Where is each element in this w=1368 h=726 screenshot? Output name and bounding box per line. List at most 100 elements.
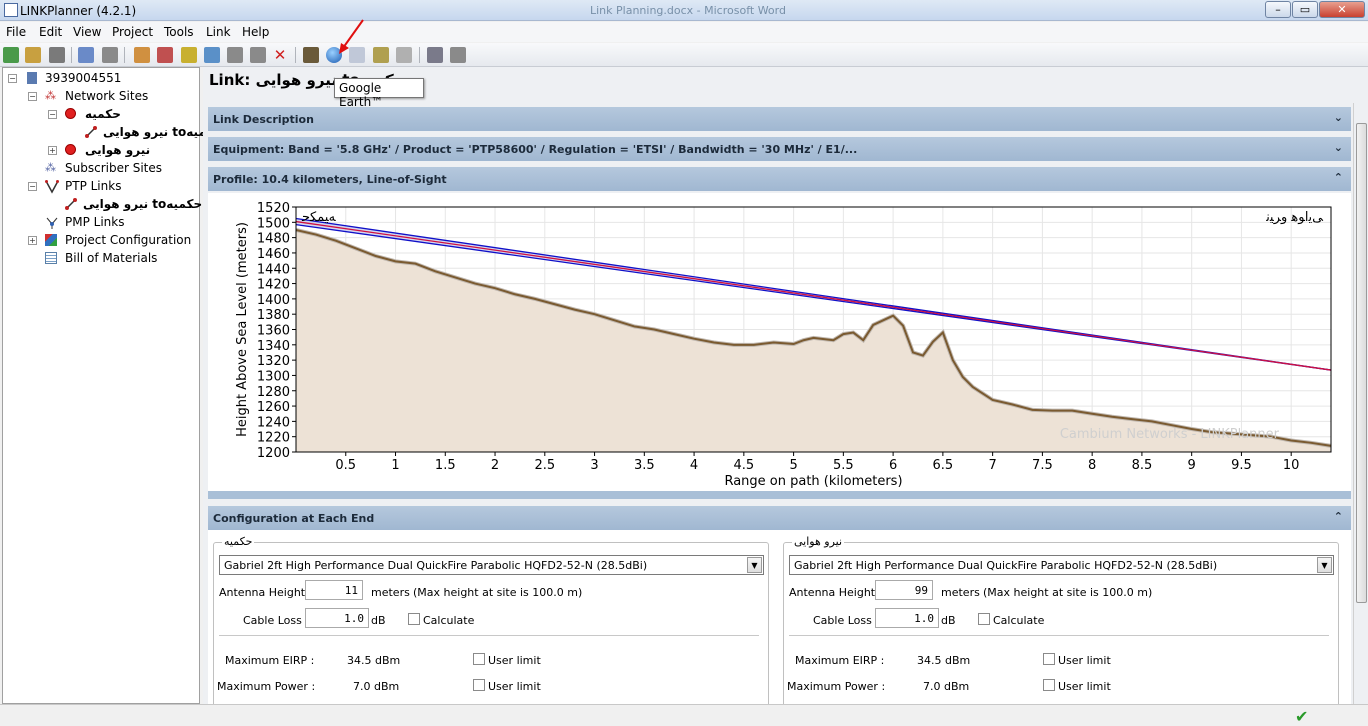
left-eirp-user-limit-checkbox[interactable] [473,653,485,665]
x-tick-label: 7 [988,458,996,473]
edit-icon[interactable] [227,47,243,63]
y-tick-label: 1260 [257,400,290,415]
right-cable-loss-label: Cable Loss : [813,614,880,627]
y-tick-label: 1340 [257,339,290,354]
add-ptp-link-icon[interactable] [181,47,197,63]
window-title: LINKPlanner (4.2.1) [20,4,137,18]
add-network-site-icon[interactable] [134,47,150,63]
y-tick-label: 1300 [257,369,290,384]
stop-icon[interactable] [450,47,466,63]
terrain-area [296,229,1331,452]
delete-icon[interactable]: ✕ [272,47,288,63]
tree-ptp-links[interactable]: PTP Links [65,179,121,193]
site-icon [65,144,76,155]
left-power-user-limit-label: User limit [488,680,541,693]
table-icon[interactable] [396,47,412,63]
tree-site1[interactable]: حکمیه [85,107,121,121]
menu-project[interactable]: Project [112,25,153,39]
menu-file[interactable]: File [6,25,26,39]
right-power-user-limit-label: User limit [1058,680,1111,693]
paste-icon[interactable] [102,47,118,63]
collapse-chevron-icon[interactable]: ⌃ [1334,171,1343,184]
expand-chevron-icon[interactable]: ⌄ [1334,111,1343,124]
project-icon [27,72,37,84]
configuration-header[interactable]: Configuration at Each End ⌃ [208,506,1351,530]
y-tick-label: 1420 [257,278,290,293]
tree-pmp-links[interactable]: PMP Links [65,215,124,229]
x-tick-label: 8 [1088,458,1096,473]
dropdown-arrow-icon[interactable]: ▼ [1317,557,1332,573]
equipment-header[interactable]: Equipment: Band = '5.8 GHz' / Product = … [208,137,1351,161]
x-tick-label: 9 [1188,458,1196,473]
collapse-chevron-icon[interactable]: ⌃ [1334,510,1343,523]
left-height-unit: meters [371,586,410,599]
close-button[interactable]: ✕ [1319,1,1365,18]
status-bar: ✔ [0,704,1368,726]
new-project-icon[interactable] [3,47,19,63]
right-antenna-height-input[interactable]: 99 [875,580,933,600]
right-antenna-value: Gabriel 2ft High Performance Dual QuickF… [794,559,1218,572]
y-tick-label: 1220 [257,431,290,446]
collapse-root-icon[interactable]: − [8,74,17,83]
profile-chart[interactable]: 0.5 1 1.5 2 2.5 3 3.5 4 4.5 5 5.5 6 6.5 7 7.5 8 8.5 9 9.5 1… [208,193,1351,491]
vertical-scrollbar[interactable] [1353,103,1368,704]
left-antenna-select[interactable]: Gabriel 2ft High Performance Dual QuickF… [219,555,764,575]
main-panel: Link: نیرو هوایی toحکمیه Link Descriptio… [203,67,1368,712]
tree-project-configuration[interactable]: Project Configuration [65,233,191,247]
expand-site2-icon[interactable]: + [48,146,57,155]
network-sites-icon: ⁂ [45,89,56,102]
menu-tools[interactable]: Tools [164,25,194,39]
open-project-icon[interactable] [25,47,41,63]
right-site-label: ﯽﯾاﻮﻫ وﺮﯿﻧ [1265,210,1323,225]
tree-site2[interactable]: نیرو هوایی [85,143,150,157]
tree-network-sites[interactable]: Network Sites [65,89,148,103]
collapse-ptp-links-icon[interactable]: − [28,182,37,191]
project-tree: − 3939004551 − ⁂ Network Sites − حکمیه ن… [2,67,222,704]
menu-view[interactable]: View [73,25,101,39]
right-cable-loss-input[interactable]: 1.0 [875,608,939,628]
scrollbar-thumb[interactable] [1356,123,1367,603]
print-icon[interactable] [427,47,443,63]
subscriber-sites-icon: ⁂ [45,161,56,174]
add-pmp-link-icon[interactable] [204,47,220,63]
maximize-button[interactable]: ▭ [1292,1,1318,18]
tool-icon[interactable] [250,47,266,63]
minimize-button[interactable]: – [1265,1,1291,18]
export-icon[interactable] [373,47,389,63]
y-tick-label: 1460 [257,247,290,262]
right-eirp-user-limit-checkbox[interactable] [1043,653,1055,665]
link-icon [85,126,97,138]
collapse-network-sites-icon[interactable]: − [28,92,37,101]
x-tick-label: 7.5 [1032,458,1053,473]
right-antenna-select[interactable]: Gabriel 2ft High Performance Dual QuickF… [789,555,1334,575]
left-cable-loss-input[interactable]: 1.0 [305,608,369,628]
dropdown-arrow-icon[interactable]: ▼ [747,557,762,573]
left-calculate-checkbox[interactable] [408,613,420,625]
profile-icon[interactable] [303,47,319,63]
menu-edit[interactable]: Edit [39,25,62,39]
copy-icon[interactable] [78,47,94,63]
save-icon[interactable] [49,47,65,63]
tree-bill-of-materials[interactable]: Bill of Materials [65,251,157,265]
tree-root[interactable]: 3939004551 [45,71,121,85]
y-axis-label: Height Above Sea Level (meters) [235,222,250,437]
project-configuration-icon [45,234,57,246]
menu-help[interactable]: Help [242,25,269,39]
left-max-eirp-label: Maximum EIRP : [225,654,315,667]
tree-subscriber-sites[interactable]: Subscriber Sites [65,161,162,175]
expand-project-config-icon[interactable]: + [28,236,37,245]
collapse-site1-icon[interactable]: − [48,110,57,119]
right-eirp-user-limit-label: User limit [1058,654,1111,667]
left-antenna-height-input[interactable]: 11 [305,580,363,600]
x-tick-label: 6 [889,458,897,473]
add-subscriber-site-icon[interactable] [157,47,173,63]
x-tick-label: 1.5 [435,458,456,473]
right-calculate-checkbox[interactable] [978,613,990,625]
profile-header[interactable]: Profile: 10.4 kilometers, Line-of-Sight … [208,167,1351,191]
expand-chevron-icon[interactable]: ⌄ [1334,141,1343,154]
tree-ptp-link1[interactable]: نیرو هوایی toحکمیه [83,197,202,211]
menu-link[interactable]: Link [206,25,231,39]
right-power-user-limit-checkbox[interactable] [1043,679,1055,691]
link-description-header[interactable]: Link Description ⌄ [208,107,1351,131]
left-power-user-limit-checkbox[interactable] [473,679,485,691]
